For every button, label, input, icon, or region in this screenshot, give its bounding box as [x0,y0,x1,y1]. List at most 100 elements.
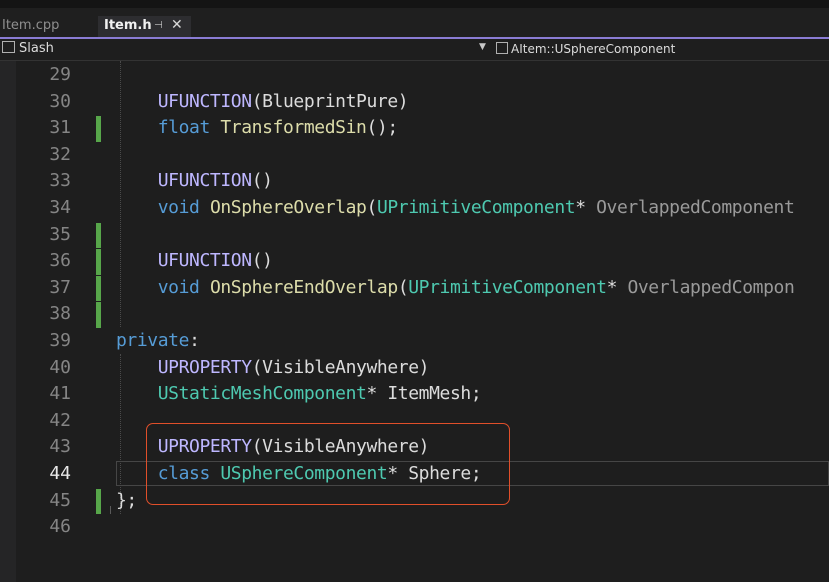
code-token: UFUNCTION [157,170,252,192]
line-number: 39 [49,330,71,351]
code-token: USphereComponent [220,463,388,484]
class-icon [496,42,508,54]
code-token: * [575,197,597,218]
code-line[interactable]: float TransformedSin(); [116,115,398,142]
line-number: 32 [49,143,71,165]
document-tab-bar: Item.cpp Item.h ⊣ ✕ [0,8,829,37]
tab-item-cpp[interactable]: Item.cpp [0,16,98,37]
code-token: * ItemMesh; [366,383,482,405]
code-token: ( [366,197,378,218]
line-number: 41 [49,383,71,405]
code-token: UFUNCTION [157,250,252,272]
code-token: UPrimitiveComponent [376,197,576,218]
code-token: UPROPERTY [157,436,252,458]
change-marker [96,116,101,142]
tab-label: Item.cpp [2,18,60,33]
code-token: }; [116,489,137,511]
code-editor[interactable]: 29 30 UFUNCTION(BlueprintPure) 31 float Tr… [0,61,829,582]
code-token: (); [366,117,399,139]
scope-label: AItem::USphereComponent [511,42,676,56]
project-label: Slash [19,41,54,56]
code-token: () [251,250,273,272]
line-number: 31 [49,117,71,139]
code-token: float [157,117,211,139]
code-line[interactable]: UStaticMeshComponent* ItemMesh; [116,381,482,408]
code-token: UPrimitiveComponent [408,276,607,298]
code-token: (VisibleAnywhere) [251,356,430,378]
code-line[interactable]: private: [116,328,200,355]
code-token: TransformedSin [220,117,367,139]
line-number: 37 [49,276,71,298]
change-marker [96,249,101,275]
code-token: void [157,276,200,298]
scope-line [110,506,111,514]
line-number: 33 [49,170,71,192]
line-number: 29 [49,64,71,85]
code-line[interactable]: UFUNCTION() [116,168,273,195]
code-token: OnSphereOverlap [209,197,367,218]
change-marker [96,302,101,328]
code-token: : [189,330,200,351]
code-line[interactable]: }; [116,488,137,515]
code-line[interactable]: UPROPERTY(VisibleAnywhere) [116,355,430,382]
code-token: UStaticMeshComponent [157,383,367,405]
line-number: 45 [49,489,71,511]
code-line[interactable]: UFUNCTION(BlueprintPure) [116,89,409,116]
navigation-bar: Slash ▼ AItem::USphereComponent [0,39,829,61]
line-number: 34 [49,197,71,218]
code-token: private [116,330,190,351]
code-token: OverlappedComponent [596,197,795,218]
code-token: * Sphere; [387,463,482,484]
code-token: UPROPERTY [157,356,252,378]
tab-item-h[interactable]: Item.h ⊣ ✕ [98,16,191,37]
line-number: 46 [49,516,71,538]
change-marker [96,488,101,515]
code-line[interactable]: UFUNCTION() [116,248,273,275]
project-icon [2,41,15,53]
pin-icon[interactable]: ⊣ [154,16,163,36]
code-line[interactable]: void OnSphereOverlap(UPrimitiveComponent… [116,195,795,222]
code-token: (BlueprintPure) [251,90,409,112]
line-number: 43 [49,436,71,458]
code-token: * [606,276,628,298]
tab-label: Item.h [104,18,152,33]
line-number: 35 [49,223,71,245]
code-line[interactable]: class USphereComponent* Sphere; [116,461,482,488]
code-token: OverlappedCompon [627,276,795,298]
code-token: () [251,170,273,192]
close-icon[interactable]: ✕ [171,15,183,35]
line-number: 44 [49,463,71,484]
code-line[interactable]: UPROPERTY(VisibleAnywhere) [116,434,430,461]
line-number: 40 [49,356,71,378]
chevron-down-icon[interactable]: ▼ [479,42,486,52]
code-token: class [157,463,211,484]
code-token: OnSphereEndOverlap [209,276,398,298]
code-token: UFUNCTION [157,90,252,112]
code-token: (VisibleAnywhere) [251,436,430,458]
line-number: 42 [49,409,71,431]
project-dropdown[interactable]: Slash [2,41,54,57]
title-strip [0,0,829,8]
line-number: 36 [49,250,71,272]
code-token: void [157,197,200,218]
line-number: 30 [49,90,71,112]
scope-dropdown[interactable]: AItem::USphereComponent [496,41,675,57]
change-marker [96,275,101,302]
code-token: ( [397,276,409,298]
code-line[interactable]: void OnSphereEndOverlap(UPrimitiveCompon… [116,275,795,302]
line-number: 38 [49,303,71,325]
change-marker [96,222,101,249]
